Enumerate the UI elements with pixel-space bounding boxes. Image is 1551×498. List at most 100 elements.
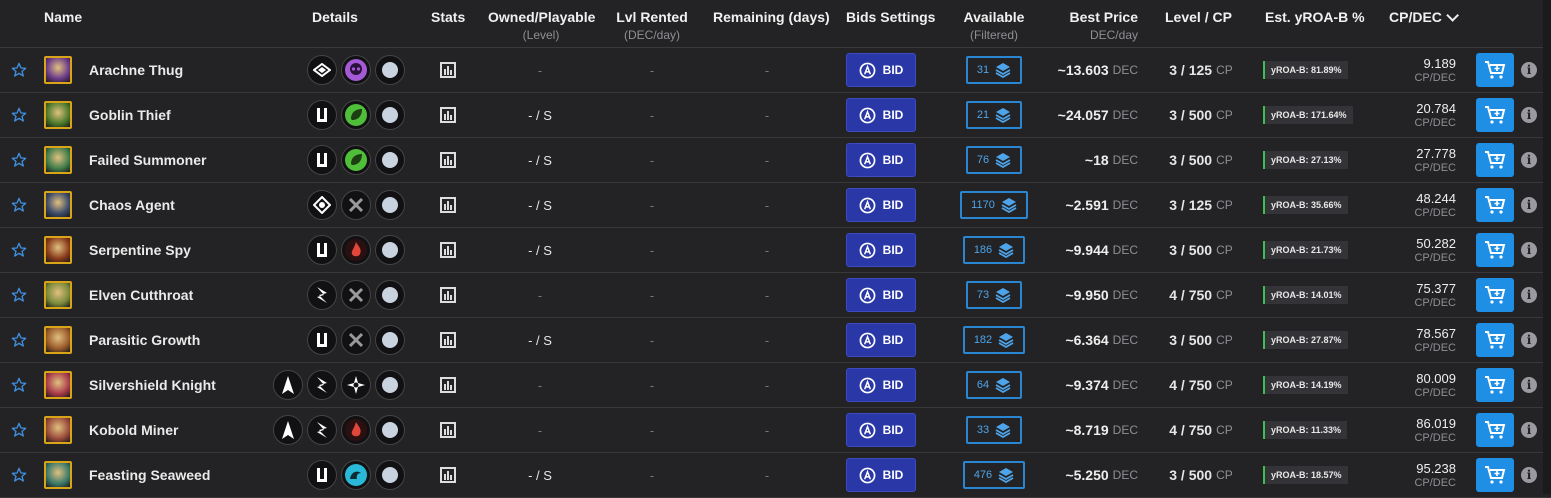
card-avatar[interactable] — [44, 183, 74, 227]
info-icon[interactable]: i — [1521, 107, 1537, 123]
available-button[interactable]: 64 — [965, 371, 1023, 399]
stats-icon[interactable] — [438, 273, 458, 317]
bid-button[interactable]: BID — [846, 233, 916, 267]
add-to-cart-button[interactable] — [1476, 98, 1514, 132]
card-avatar[interactable] — [44, 93, 74, 137]
scrollbar[interactable] — [1543, 0, 1551, 494]
table-row[interactable]: Parasitic Growth - / S - - BID 182 ~6.364 DEC 3 … — [0, 318, 1551, 363]
stats-icon[interactable] — [438, 363, 458, 407]
table-row[interactable]: Kobold Miner - - - BID 33 ~8.719 DEC 4 / 750 CP yR… — [0, 408, 1551, 453]
card-avatar[interactable] — [44, 138, 74, 182]
card-name[interactable]: Failed Summoner — [89, 138, 206, 182]
stats-icon[interactable] — [438, 408, 458, 452]
card-name[interactable]: Elven Cutthroat — [89, 273, 193, 317]
available-button[interactable]: 76 — [965, 146, 1023, 174]
stats-icon[interactable] — [438, 48, 458, 92]
available-button[interactable]: 21 — [965, 101, 1023, 129]
bid-button[interactable]: BID — [846, 413, 916, 447]
info-icon[interactable]: i — [1521, 197, 1537, 213]
stats-icon[interactable] — [438, 93, 458, 137]
card-avatar[interactable] — [44, 453, 74, 497]
favorite-star-icon[interactable] — [10, 93, 28, 137]
card-name[interactable]: Kobold Miner — [89, 408, 178, 452]
bid-button[interactable]: BID — [846, 368, 916, 402]
table-row[interactable]: Feasting Seaweed - / S - - BID 476 ~5.250 DEC 3 … — [0, 453, 1551, 498]
card-name[interactable]: Silvershield Knight — [89, 363, 216, 407]
header-best-price[interactable]: Best Price DEC/day — [1050, 9, 1138, 42]
table-row[interactable]: Silvershield Knight - - - BID 64 ~9.374 DEC 4 / … — [0, 363, 1551, 408]
add-to-cart-button[interactable] — [1476, 53, 1514, 87]
add-to-cart-button[interactable] — [1476, 323, 1514, 357]
card-name[interactable]: Serpentine Spy — [89, 228, 191, 272]
favorite-star-icon[interactable] — [10, 408, 28, 452]
available-button[interactable]: 33 — [965, 416, 1023, 444]
info-icon[interactable]: i — [1521, 242, 1537, 258]
info-icon[interactable]: i — [1521, 62, 1537, 78]
add-to-cart-button[interactable] — [1476, 278, 1514, 312]
table-row[interactable]: Chaos Agent - / S - - BID 1170 ~2.591 DEC 3 / 12… — [0, 183, 1551, 228]
stats-icon[interactable] — [438, 228, 458, 272]
bid-button[interactable]: BID — [846, 53, 916, 87]
favorite-star-icon[interactable] — [10, 48, 28, 92]
available-button[interactable]: 1170 — [960, 191, 1028, 219]
info-icon[interactable]: i — [1521, 467, 1537, 483]
add-to-cart-button[interactable] — [1476, 458, 1514, 492]
bid-button[interactable]: BID — [846, 323, 916, 357]
header-yroa[interactable]: Est. yROA-B % — [1265, 9, 1365, 25]
header-remaining[interactable]: Remaining (days) — [713, 9, 830, 25]
favorite-star-icon[interactable] — [10, 363, 28, 407]
favorite-star-icon[interactable] — [10, 138, 28, 182]
bid-button[interactable]: BID — [846, 278, 916, 312]
table-row[interactable]: Goblin Thief - / S - - BID 21 ~24.057 DEC 3 / 50… — [0, 93, 1551, 138]
card-avatar[interactable] — [44, 318, 74, 362]
table-row[interactable]: Arachne Thug - - - BID 31 ~13.603 DEC 3 / 125 CP y… — [0, 48, 1551, 93]
table-row[interactable]: Serpentine Spy - / S - - BID 186 ~9.944 DEC 3 / … — [0, 228, 1551, 273]
info-icon[interactable]: i — [1521, 332, 1537, 348]
card-name[interactable]: Chaos Agent — [89, 183, 175, 227]
available-button[interactable]: 73 — [965, 281, 1023, 309]
add-to-cart-button[interactable] — [1476, 413, 1514, 447]
add-to-cart-button[interactable] — [1476, 233, 1514, 267]
stats-icon[interactable] — [438, 183, 458, 227]
bid-button[interactable]: BID — [846, 188, 916, 222]
header-level-cp[interactable]: Level / CP — [1165, 9, 1232, 25]
header-available[interactable]: Available (Filtered) — [955, 9, 1033, 42]
favorite-star-icon[interactable] — [10, 453, 28, 497]
header-lvl-rented[interactable]: Lvl Rented (DEC/day) — [613, 9, 691, 42]
add-to-cart-button[interactable] — [1476, 368, 1514, 402]
card-name[interactable]: Feasting Seaweed — [89, 453, 210, 497]
bid-button[interactable]: BID — [846, 143, 916, 177]
favorite-star-icon[interactable] — [10, 318, 28, 362]
card-avatar[interactable] — [44, 48, 74, 92]
stats-icon[interactable] — [438, 453, 458, 497]
table-row[interactable]: Elven Cutthroat - - - BID 73 ~9.950 DEC 4 / 750 C… — [0, 273, 1551, 318]
header-owned[interactable]: Owned/Playable (Level) — [488, 9, 595, 42]
card-name[interactable]: Parasitic Growth — [89, 318, 200, 362]
card-name[interactable]: Goblin Thief — [89, 93, 171, 137]
card-avatar[interactable] — [44, 408, 74, 452]
favorite-star-icon[interactable] — [10, 183, 28, 227]
bid-button[interactable]: BID — [846, 98, 916, 132]
header-name[interactable]: Name — [44, 9, 82, 25]
info-icon[interactable]: i — [1521, 287, 1537, 303]
stats-icon[interactable] — [438, 318, 458, 362]
card-name[interactable]: Arachne Thug — [89, 48, 183, 92]
favorite-star-icon[interactable] — [10, 228, 28, 272]
favorite-star-icon[interactable] — [10, 273, 28, 317]
add-to-cart-button[interactable] — [1476, 188, 1514, 222]
info-icon[interactable]: i — [1521, 377, 1537, 393]
table-row[interactable]: Failed Summoner - / S - - BID 76 ~18 DEC 3 / 500… — [0, 138, 1551, 183]
available-button[interactable]: 31 — [965, 56, 1023, 84]
info-icon[interactable]: i — [1521, 152, 1537, 168]
card-avatar[interactable] — [44, 363, 74, 407]
info-icon[interactable]: i — [1521, 422, 1537, 438]
header-cp-dec[interactable]: CP/DEC — [1389, 8, 1459, 25]
available-button[interactable]: 476 — [962, 461, 1026, 489]
available-button[interactable]: 186 — [962, 236, 1026, 264]
card-avatar[interactable] — [44, 273, 74, 317]
card-avatar[interactable] — [44, 228, 74, 272]
stats-icon[interactable] — [438, 138, 458, 182]
bid-button[interactable]: BID — [846, 458, 916, 492]
available-button[interactable]: 182 — [962, 326, 1026, 354]
add-to-cart-button[interactable] — [1476, 143, 1514, 177]
